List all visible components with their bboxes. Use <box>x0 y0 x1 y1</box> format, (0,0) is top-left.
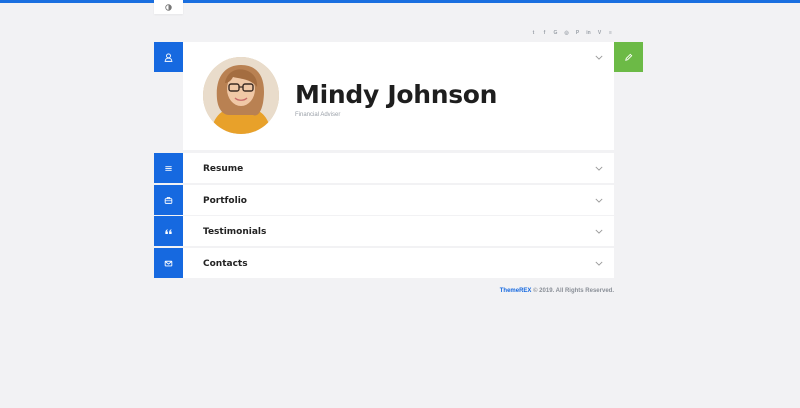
section-title: Contacts <box>203 259 248 269</box>
top-accent-bar <box>0 0 800 3</box>
contacts-tab-button[interactable] <box>154 248 183 278</box>
avatar <box>203 57 279 134</box>
contrast-icon <box>165 3 172 11</box>
profile-name: Mindy Johnson <box>295 80 498 109</box>
pencil-icon <box>625 53 633 61</box>
section-title: Resume <box>203 164 244 174</box>
stack-icon[interactable]: ≡ <box>607 28 614 37</box>
google-icon[interactable]: G <box>552 28 559 37</box>
chevron-down-icon[interactable] <box>595 229 603 234</box>
chevron-down-icon[interactable] <box>595 55 603 60</box>
section-title: Testimonials <box>203 227 267 237</box>
profile-role: Financial Adviser <box>295 112 341 118</box>
footer-text: © 2019. All Rights Reserved. <box>531 288 614 294</box>
section-resume[interactable]: Resume <box>183 153 614 183</box>
section-portfolio[interactable]: Portfolio <box>183 185 614 215</box>
section-contacts[interactable]: Contacts <box>183 248 614 278</box>
twitter-icon[interactable]: t <box>530 28 537 37</box>
quote-icon <box>165 228 172 234</box>
profile-tab-button[interactable] <box>154 42 183 72</box>
testimonials-tab-button[interactable] <box>154 216 183 246</box>
list-icon <box>165 165 172 171</box>
vimeo-icon[interactable]: V <box>596 28 603 37</box>
footer-brand-link[interactable]: ThemeREX <box>500 288 532 294</box>
section-testimonials[interactable]: Testimonials <box>183 216 614 246</box>
social-links: t f G ◎ P in V ≡ <box>530 28 614 37</box>
section-title: Portfolio <box>203 196 247 206</box>
chevron-down-icon[interactable] <box>595 166 603 171</box>
footer-copyright: ThemeREX © 2019. All Rights Reserved. <box>500 288 614 294</box>
envelope-icon <box>164 260 173 266</box>
resume-tab-button[interactable] <box>154 153 183 183</box>
chevron-down-icon[interactable] <box>595 198 603 203</box>
pinterest-icon[interactable]: P <box>574 28 581 37</box>
briefcase-icon <box>164 196 173 204</box>
instagram-icon[interactable]: ◎ <box>563 28 570 37</box>
theme-toggle-button[interactable] <box>154 0 183 14</box>
profile-card: Mindy Johnson Financial Adviser <box>183 42 614 150</box>
facebook-icon[interactable]: f <box>541 28 548 37</box>
chevron-down-icon[interactable] <box>595 261 603 266</box>
user-icon <box>164 52 173 62</box>
linkedin-icon[interactable]: in <box>585 28 592 37</box>
portfolio-tab-button[interactable] <box>154 185 183 215</box>
edit-button[interactable] <box>614 42 643 72</box>
